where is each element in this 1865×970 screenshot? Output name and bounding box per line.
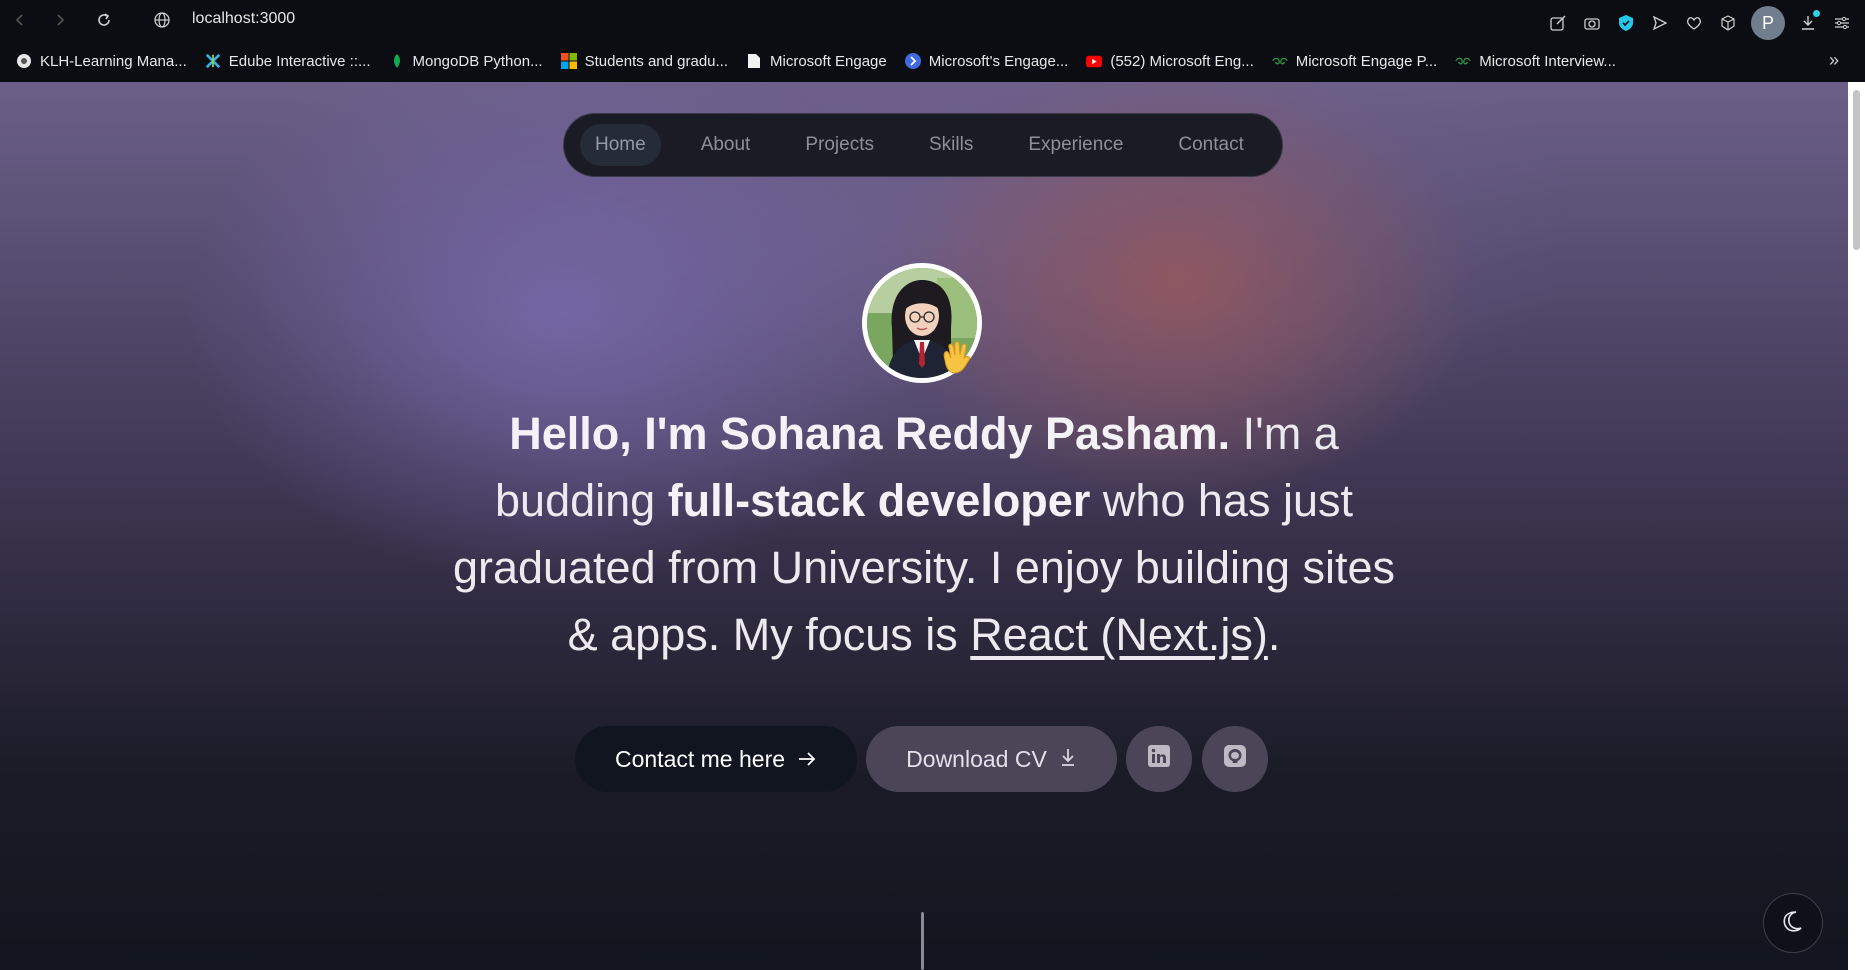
bookmark-label: Students and gradu... xyxy=(584,52,729,70)
back-icon[interactable] xyxy=(8,8,32,32)
hero-text-end: . xyxy=(1267,609,1281,660)
page-viewport: Home About Projects Skills Experience Co… xyxy=(0,82,1848,970)
microsoft-logo-icon xyxy=(560,53,577,69)
youtube-icon xyxy=(1086,53,1103,69)
scrollbar-thumb[interactable] xyxy=(1853,90,1860,250)
contact-me-button[interactable]: Contact me here xyxy=(575,726,857,792)
bookmarks-bar: KLH-Learning Mana... Edube Interactive :… xyxy=(0,40,1865,82)
download-cv-label: Download CV xyxy=(906,745,1047,772)
scroll-indicator xyxy=(921,912,924,970)
bookmark-item[interactable]: Microsoft Interview... xyxy=(1455,53,1616,70)
main-navigation: Home About Projects Skills Experience Co… xyxy=(563,113,1283,177)
send-icon[interactable] xyxy=(1649,12,1671,34)
theme-toggle-button[interactable] xyxy=(1763,893,1823,953)
bookmark-label: MongoDB Python... xyxy=(412,52,543,70)
github-icon xyxy=(1223,744,1247,774)
download-icon xyxy=(1059,746,1077,773)
arrow-right-icon xyxy=(797,746,817,773)
bookmark-item[interactable]: MongoDB Python... xyxy=(389,53,543,70)
settings-sliders-icon[interactable] xyxy=(1831,12,1853,34)
contact-button-label: Contact me here xyxy=(614,745,786,772)
profile-avatar[interactable]: P xyxy=(1751,6,1785,40)
bookmark-item[interactable]: Microsoft Engage P... xyxy=(1272,53,1437,70)
edit-share-icon[interactable] xyxy=(1547,12,1569,34)
geeks-logo-icon xyxy=(1272,53,1288,69)
hero-role: full-stack developer xyxy=(667,475,1091,526)
toolbar-actions: P xyxy=(1547,6,1853,40)
klh-logo-icon xyxy=(16,53,32,69)
linkedin-button[interactable] xyxy=(1126,726,1192,792)
page-scrollbar[interactable] xyxy=(1848,82,1865,970)
bookmark-item[interactable]: Students and gradu... xyxy=(560,52,729,70)
download-badge xyxy=(1813,10,1820,17)
forward-icon[interactable] xyxy=(48,8,72,32)
download-icon[interactable] xyxy=(1797,10,1820,34)
mongodb-leaf-icon xyxy=(389,53,405,69)
moon-icon xyxy=(1781,909,1805,937)
github-button[interactable] xyxy=(1202,726,1268,792)
waving-hand-icon xyxy=(935,338,975,378)
vpn-shield-icon[interactable] xyxy=(1615,12,1637,34)
bookmark-label: (552) Microsoft Eng... xyxy=(1110,52,1254,70)
geeks-logo-icon xyxy=(1455,53,1471,69)
nav-item-experience[interactable]: Experience xyxy=(1013,124,1138,166)
bookmark-label: Microsoft Interview... xyxy=(1479,52,1616,70)
document-icon xyxy=(746,53,762,69)
bookmark-item[interactable]: KLH-Learning Mana... xyxy=(16,53,187,70)
nav-item-contact[interactable]: Contact xyxy=(1163,124,1258,166)
address-bar-url[interactable]: localhost:3000 xyxy=(192,10,295,28)
download-cv-button[interactable]: Download CV xyxy=(866,726,1117,792)
nav-item-projects[interactable]: Projects xyxy=(790,124,889,166)
nav-item-about[interactable]: About xyxy=(686,124,766,166)
hero-intro: Hello, I'm Sohana Reddy Pasham. I'm a bu… xyxy=(440,400,1408,668)
cube-icon[interactable] xyxy=(1717,12,1739,34)
edube-logo-icon xyxy=(205,53,221,69)
site-info-globe-icon[interactable] xyxy=(150,8,174,32)
heart-icon[interactable] xyxy=(1683,12,1705,34)
browser-toolbar: localhost:3000 P xyxy=(0,0,1865,40)
linkedin-icon xyxy=(1147,744,1171,774)
bookmark-label: Microsoft Engage xyxy=(770,52,887,70)
bookmark-item[interactable]: Microsoft Engage xyxy=(746,53,887,70)
engage-logo-icon xyxy=(904,53,921,69)
bookmark-label: Microsoft's Engage... xyxy=(928,52,1069,70)
bookmark-label: Microsoft Engage P... xyxy=(1295,52,1438,70)
bookmark-item[interactable]: Edube Interactive ::... xyxy=(205,53,371,70)
nav-item-skills[interactable]: Skills xyxy=(914,124,988,166)
bookmark-label: KLH-Learning Mana... xyxy=(40,52,187,70)
bookmark-item[interactable]: Microsoft's Engage... xyxy=(904,52,1069,70)
nav-item-home[interactable]: Home xyxy=(580,124,661,166)
reload-icon[interactable] xyxy=(92,8,116,32)
hero-greeting: Hello, I'm Sohana Reddy Pasham. xyxy=(509,408,1231,459)
bookmark-label: Edube Interactive ::... xyxy=(228,52,371,70)
hero-focus-link[interactable]: React (Next.js) xyxy=(970,609,1268,660)
bookmark-item[interactable]: (552) Microsoft Eng... xyxy=(1086,52,1254,70)
more-bookmarks-chevron-icon[interactable]: » xyxy=(1829,50,1839,71)
camera-icon[interactable] xyxy=(1581,12,1603,34)
